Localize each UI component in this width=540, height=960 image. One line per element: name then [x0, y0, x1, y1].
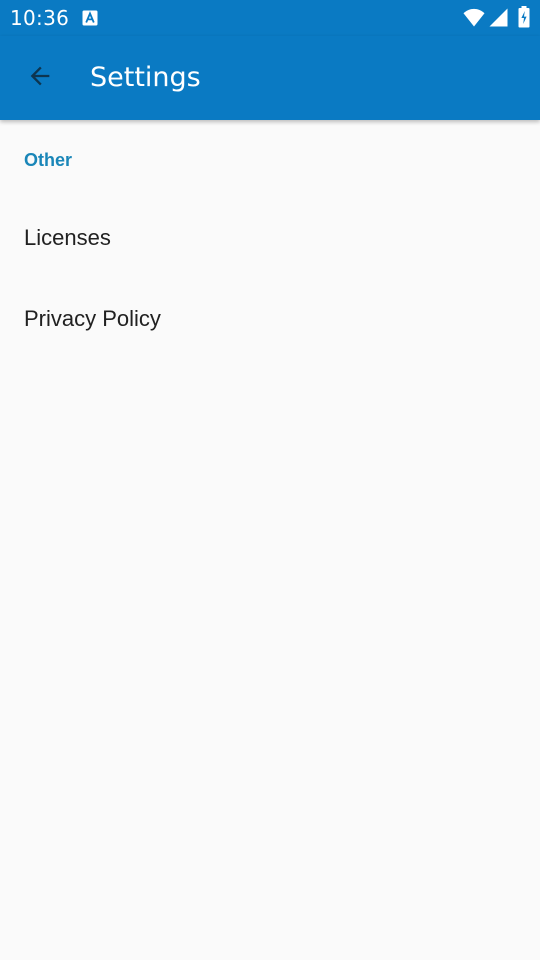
arrow-back-icon — [26, 62, 54, 94]
notification-a-icon — [82, 10, 98, 26]
preference-label: Privacy Policy — [24, 306, 161, 331]
page-title: Settings — [90, 62, 201, 93]
preference-privacy-policy[interactable]: Privacy Policy — [0, 279, 540, 359]
settings-screen: 10:36 Settings Other Licenses Privacy Po… — [0, 0, 540, 960]
preference-licenses[interactable]: Licenses — [0, 198, 540, 278]
app-bar: Settings — [0, 36, 540, 120]
status-time: 10:36 — [10, 6, 70, 30]
wifi-icon — [463, 8, 485, 27]
back-button[interactable] — [16, 54, 64, 102]
category-title-other: Other — [24, 150, 73, 170]
signal-icon — [489, 8, 508, 27]
battery-charging-icon — [518, 6, 530, 28]
status-bar: 10:36 — [0, 0, 540, 36]
preference-label: Licenses — [24, 225, 111, 250]
